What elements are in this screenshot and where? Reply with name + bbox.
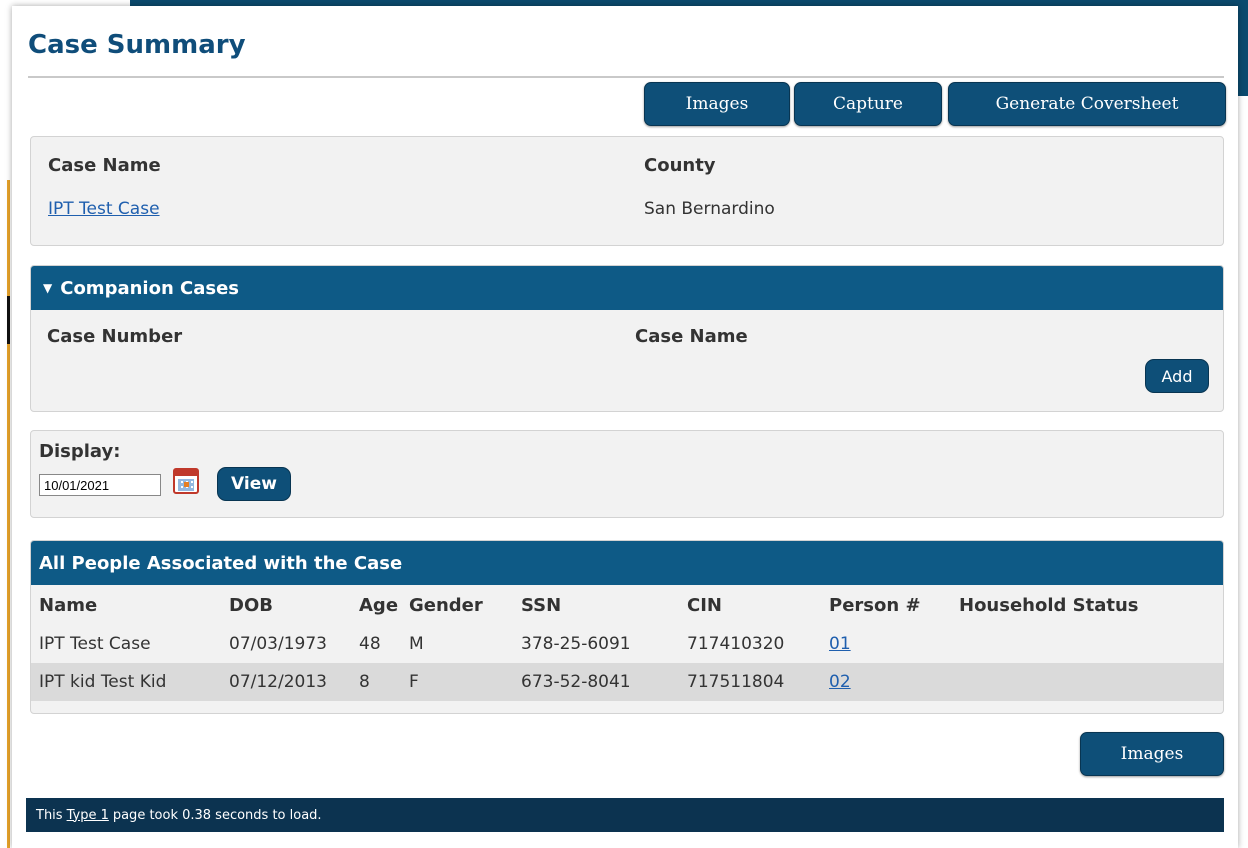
cell-name: IPT Test Case	[39, 634, 151, 654]
companion-cases-panel: ▼ Companion Cases Case Number Case Name …	[30, 265, 1224, 412]
footer-prefix: This	[36, 807, 63, 823]
cell-household-status	[951, 663, 1223, 701]
display-label: Display:	[39, 441, 121, 462]
cell-age: 8	[351, 663, 401, 701]
images-button-bottom[interactable]: Images	[1080, 732, 1224, 776]
column-header-cin: CIN	[687, 594, 722, 616]
case-number-column-header: Case Number	[47, 326, 183, 347]
table-header-row: Name DOB Age Gender SSN CIN Person # Hou…	[31, 585, 1223, 625]
page-title: Case Summary	[28, 30, 246, 60]
companion-cases-header[interactable]: ▼ Companion Cases	[31, 266, 1223, 310]
column-header-name: Name	[39, 594, 98, 616]
calendar-icon[interactable]	[173, 468, 199, 494]
people-table: Name DOB Age Gender SSN CIN Person # Hou…	[31, 585, 1223, 701]
cell-gender: F	[401, 663, 513, 701]
case-name-label: Case Name	[48, 155, 161, 176]
column-header-household-status: Household Status	[959, 594, 1139, 616]
column-header-person-number: Person #	[829, 594, 921, 616]
column-header-gender: Gender	[409, 594, 483, 616]
cell-dob: 07/03/1973	[229, 634, 327, 654]
people-panel: All People Associated with the Case Name…	[30, 540, 1224, 714]
cell-household-status	[951, 625, 1223, 663]
display-date-input[interactable]	[39, 474, 161, 496]
county-label: County	[644, 155, 716, 176]
person-number-link[interactable]: 02	[829, 672, 851, 692]
case-name-column-header: Case Name	[635, 326, 748, 347]
add-companion-case-button[interactable]: Add	[1145, 359, 1209, 393]
table-row: IPT Test Case 07/03/1973 48 M 378-25-609…	[31, 625, 1223, 663]
table-row: IPT kid Test Kid 07/12/2013 8 F 673-52-8…	[31, 663, 1223, 701]
generate-coversheet-button[interactable]: Generate Coversheet	[948, 82, 1226, 126]
person-number-link[interactable]: 01	[829, 634, 851, 654]
cell-ssn: 378-25-6091	[521, 634, 631, 654]
background-left-marker	[7, 296, 10, 344]
capture-button[interactable]: Capture	[794, 82, 942, 126]
people-panel-header: All People Associated with the Case	[31, 541, 1223, 585]
column-header-age: Age	[359, 594, 399, 616]
cell-ssn: 673-52-8041	[513, 663, 679, 701]
footer-type-link[interactable]: Type 1	[67, 808, 109, 823]
cell-dob: 07/12/2013	[221, 663, 351, 701]
cell-name: IPT kid Test Kid	[31, 663, 221, 701]
column-header-ssn: SSN	[521, 594, 562, 616]
cell-cin: 717511804	[679, 663, 821, 701]
cell-cin: 717410320	[687, 634, 785, 654]
background-right-strip	[1238, 6, 1248, 96]
case-info-panel: Case Name IPT Test Case County San Berna…	[30, 136, 1224, 246]
column-header-dob: DOB	[229, 594, 273, 616]
caret-down-icon: ▼	[43, 281, 53, 295]
case-summary-dialog: Case Summary Images Capture Generate Cov…	[12, 6, 1238, 848]
cell-person-number: 02	[821, 663, 951, 701]
people-panel-title: All People Associated with the Case	[39, 552, 403, 574]
page-load-footer: This Type 1 page took 0.38 seconds to lo…	[26, 798, 1224, 832]
title-divider	[28, 76, 1224, 78]
county-value: San Bernardino	[644, 199, 775, 219]
display-date-panel: Display: View	[30, 430, 1224, 518]
case-name-link[interactable]: IPT Test Case	[48, 199, 160, 219]
background-left-accent	[7, 180, 10, 848]
footer-suffix: page took 0.38 seconds to load.	[112, 807, 322, 823]
companion-cases-title: Companion Cases	[60, 277, 240, 299]
view-button[interactable]: View	[217, 467, 291, 501]
cell-gender: M	[409, 634, 424, 654]
cell-age: 48	[359, 634, 381, 654]
cell-person-number: 01	[821, 625, 951, 663]
images-button[interactable]: Images	[644, 82, 790, 126]
